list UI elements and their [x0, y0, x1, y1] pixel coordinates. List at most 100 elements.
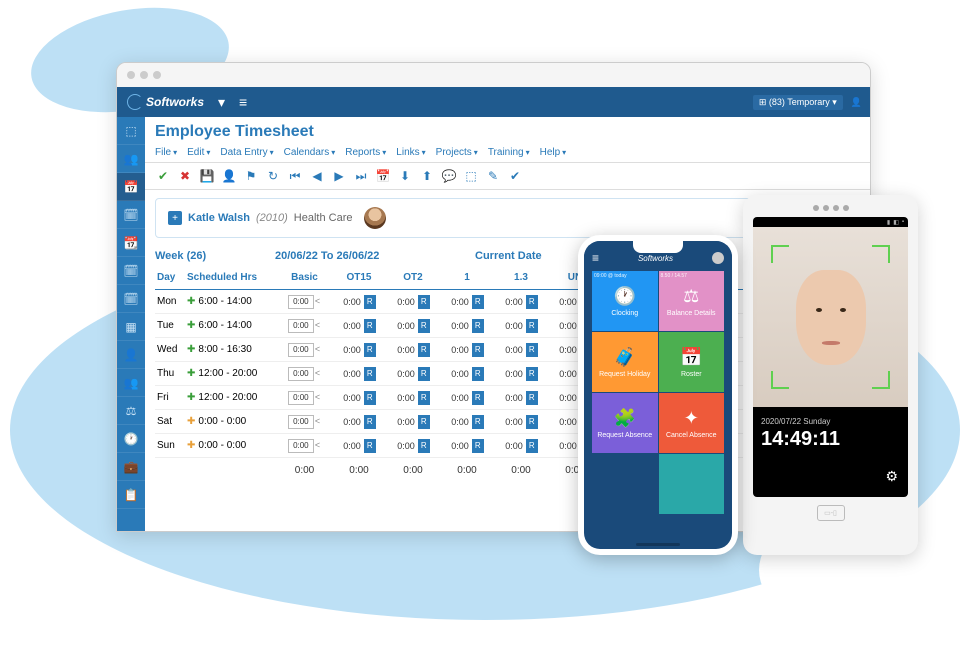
menu-links[interactable]: Links▾ — [396, 147, 425, 158]
upload-icon[interactable]: ⬆ — [419, 168, 435, 184]
cell-ot2[interactable]: 0:00R — [386, 391, 440, 405]
cell-ot15[interactable]: 0:00R — [332, 391, 386, 405]
r-button[interactable]: R — [472, 295, 484, 309]
cell-ot15[interactable]: 0:00R — [332, 295, 386, 309]
calendar-go-icon[interactable]: 📅 — [375, 168, 391, 184]
cell-1[interactable]: 0:00R — [440, 343, 494, 357]
cell-1[interactable]: 0:00R — [440, 295, 494, 309]
sidebar-item-overview[interactable]: ⬚ — [117, 117, 145, 145]
r-button[interactable]: R — [526, 439, 538, 453]
r-button[interactable]: R — [472, 319, 484, 333]
download-icon[interactable]: ⬇ — [397, 168, 413, 184]
cell-13[interactable]: 0:00R — [494, 319, 548, 333]
approve-icon[interactable]: ✔ — [155, 168, 171, 184]
cell-13[interactable]: 0:00R — [494, 391, 548, 405]
cell-13[interactable]: 0:00R — [494, 295, 548, 309]
cell-ot2[interactable]: 0:00R — [386, 367, 440, 381]
cell-ot15[interactable]: 0:00R — [332, 415, 386, 429]
r-button[interactable]: R — [472, 415, 484, 429]
refresh-icon[interactable]: ↻ — [265, 168, 281, 184]
flag-icon[interactable]: ⚑ — [243, 168, 259, 184]
r-button[interactable]: R — [526, 391, 538, 405]
cell-ot15[interactable]: 0:00R — [332, 343, 386, 357]
dropdown-icon[interactable]: ▾ — [218, 94, 225, 111]
menu-training[interactable]: Training▾ — [488, 147, 530, 158]
r-button[interactable]: R — [418, 439, 430, 453]
cell-13[interactable]: 0:00R — [494, 367, 548, 381]
comment-icon[interactable]: 💬 — [441, 168, 457, 184]
user-icon[interactable]: 👤 — [851, 97, 862, 108]
tile-clocking[interactable]: 09:00 @ today 🕐 Clocking — [592, 271, 658, 331]
select-icon[interactable]: ⬚ — [463, 168, 479, 184]
cell-ot2[interactable]: 0:00R — [386, 415, 440, 429]
cell-basic[interactable]: 0:00< — [277, 319, 332, 333]
cell-13[interactable]: 0:00R — [494, 415, 548, 429]
check-icon[interactable]: ✔ — [507, 168, 523, 184]
menu-data-entry[interactable]: Data Entry▾ — [220, 147, 273, 158]
user-edit-icon[interactable]: 👤 — [221, 168, 237, 184]
r-button[interactable]: R — [364, 295, 376, 309]
cell-ot15[interactable]: 0:00R — [332, 319, 386, 333]
cell-13[interactable]: 0:00R — [494, 439, 548, 453]
r-button[interactable]: R — [526, 319, 538, 333]
prev-icon[interactable]: ◀ — [309, 168, 325, 184]
cell-basic[interactable]: 0:00< — [277, 343, 332, 357]
r-button[interactable]: R — [526, 295, 538, 309]
tile-request-absence[interactable]: 🧩 Request Absence — [592, 393, 658, 453]
menu-projects[interactable]: Projects▾ — [436, 147, 478, 158]
r-button[interactable]: R — [526, 367, 538, 381]
r-button[interactable]: R — [418, 415, 430, 429]
sidebar-item-balance[interactable]: ⚖ — [117, 397, 145, 425]
tile-holiday[interactable]: 🧳 Request Holiday — [592, 332, 658, 392]
cell-ot15[interactable]: 0:00R — [332, 367, 386, 381]
sidebar-item-events[interactable]: 📆 — [117, 229, 145, 257]
first-icon[interactable]: ⏮ — [287, 168, 303, 184]
cell-basic[interactable]: 0:00< — [277, 439, 332, 453]
cell-1[interactable]: 0:00R — [440, 439, 494, 453]
r-button[interactable]: R — [418, 343, 430, 357]
sidebar-item-add-cal[interactable]: 🗓 — [117, 257, 145, 285]
menu-calendars[interactable]: Calendars▾ — [284, 147, 336, 158]
r-button[interactable]: R — [418, 367, 430, 381]
r-button[interactable]: R — [418, 319, 430, 333]
cell-ot2[interactable]: 0:00R — [386, 295, 440, 309]
r-button[interactable]: R — [364, 343, 376, 357]
wand-icon[interactable]: ✎ — [485, 168, 501, 184]
last-icon[interactable]: ⏭ — [353, 168, 369, 184]
employee-selector[interactable]: ⊞ (83) Temporary ▾ — [753, 95, 843, 110]
sidebar-item-people[interactable]: 👥 — [117, 145, 145, 173]
employee-avatar[interactable] — [364, 207, 386, 229]
sidebar-item-person-add[interactable]: 👥 — [117, 369, 145, 397]
cell-ot2[interactable]: 0:00R — [386, 439, 440, 453]
cell-ot2[interactable]: 0:00R — [386, 319, 440, 333]
phone-hamburger-icon[interactable]: ≡ — [592, 251, 599, 265]
traffic-dot[interactable] — [153, 71, 161, 79]
cell-13[interactable]: 0:00R — [494, 343, 548, 357]
r-button[interactable]: R — [472, 367, 484, 381]
r-button[interactable]: R — [364, 319, 376, 333]
sidebar-item-person[interactable]: 👤 — [117, 341, 145, 369]
phone-avatar[interactable] — [712, 252, 724, 264]
sidebar-item-extra[interactable]: 📋 — [117, 481, 145, 509]
gear-icon[interactable]: ⚙ — [885, 468, 898, 485]
tile-extra-1[interactable] — [592, 454, 658, 514]
r-button[interactable]: R — [364, 391, 376, 405]
cell-basic[interactable]: 0:00< — [277, 295, 332, 309]
hamburger-icon[interactable]: ≡ — [239, 94, 247, 110]
tile-balance[interactable]: 8.50 / 14.57 ⚖ Balance Details — [659, 271, 725, 331]
traffic-dot[interactable] — [127, 71, 135, 79]
r-button[interactable]: R — [418, 391, 430, 405]
menu-reports[interactable]: Reports▾ — [345, 147, 386, 158]
tile-roster[interactable]: 📅 Roster — [659, 332, 725, 392]
r-button[interactable]: R — [472, 343, 484, 357]
tile-cancel-absence[interactable]: ✦ Cancel Absence — [659, 393, 725, 453]
sidebar-item-briefcase[interactable]: 💼 — [117, 453, 145, 481]
menu-help[interactable]: Help▾ — [540, 147, 567, 158]
r-button[interactable]: R — [364, 415, 376, 429]
r-button[interactable]: R — [526, 343, 538, 357]
employee-name[interactable]: Katle Walsh — [188, 212, 250, 224]
card-reader[interactable]: ▭-▯ — [753, 505, 908, 521]
cell-ot2[interactable]: 0:00R — [386, 343, 440, 357]
r-button[interactable]: R — [364, 439, 376, 453]
cell-ot15[interactable]: 0:00R — [332, 439, 386, 453]
